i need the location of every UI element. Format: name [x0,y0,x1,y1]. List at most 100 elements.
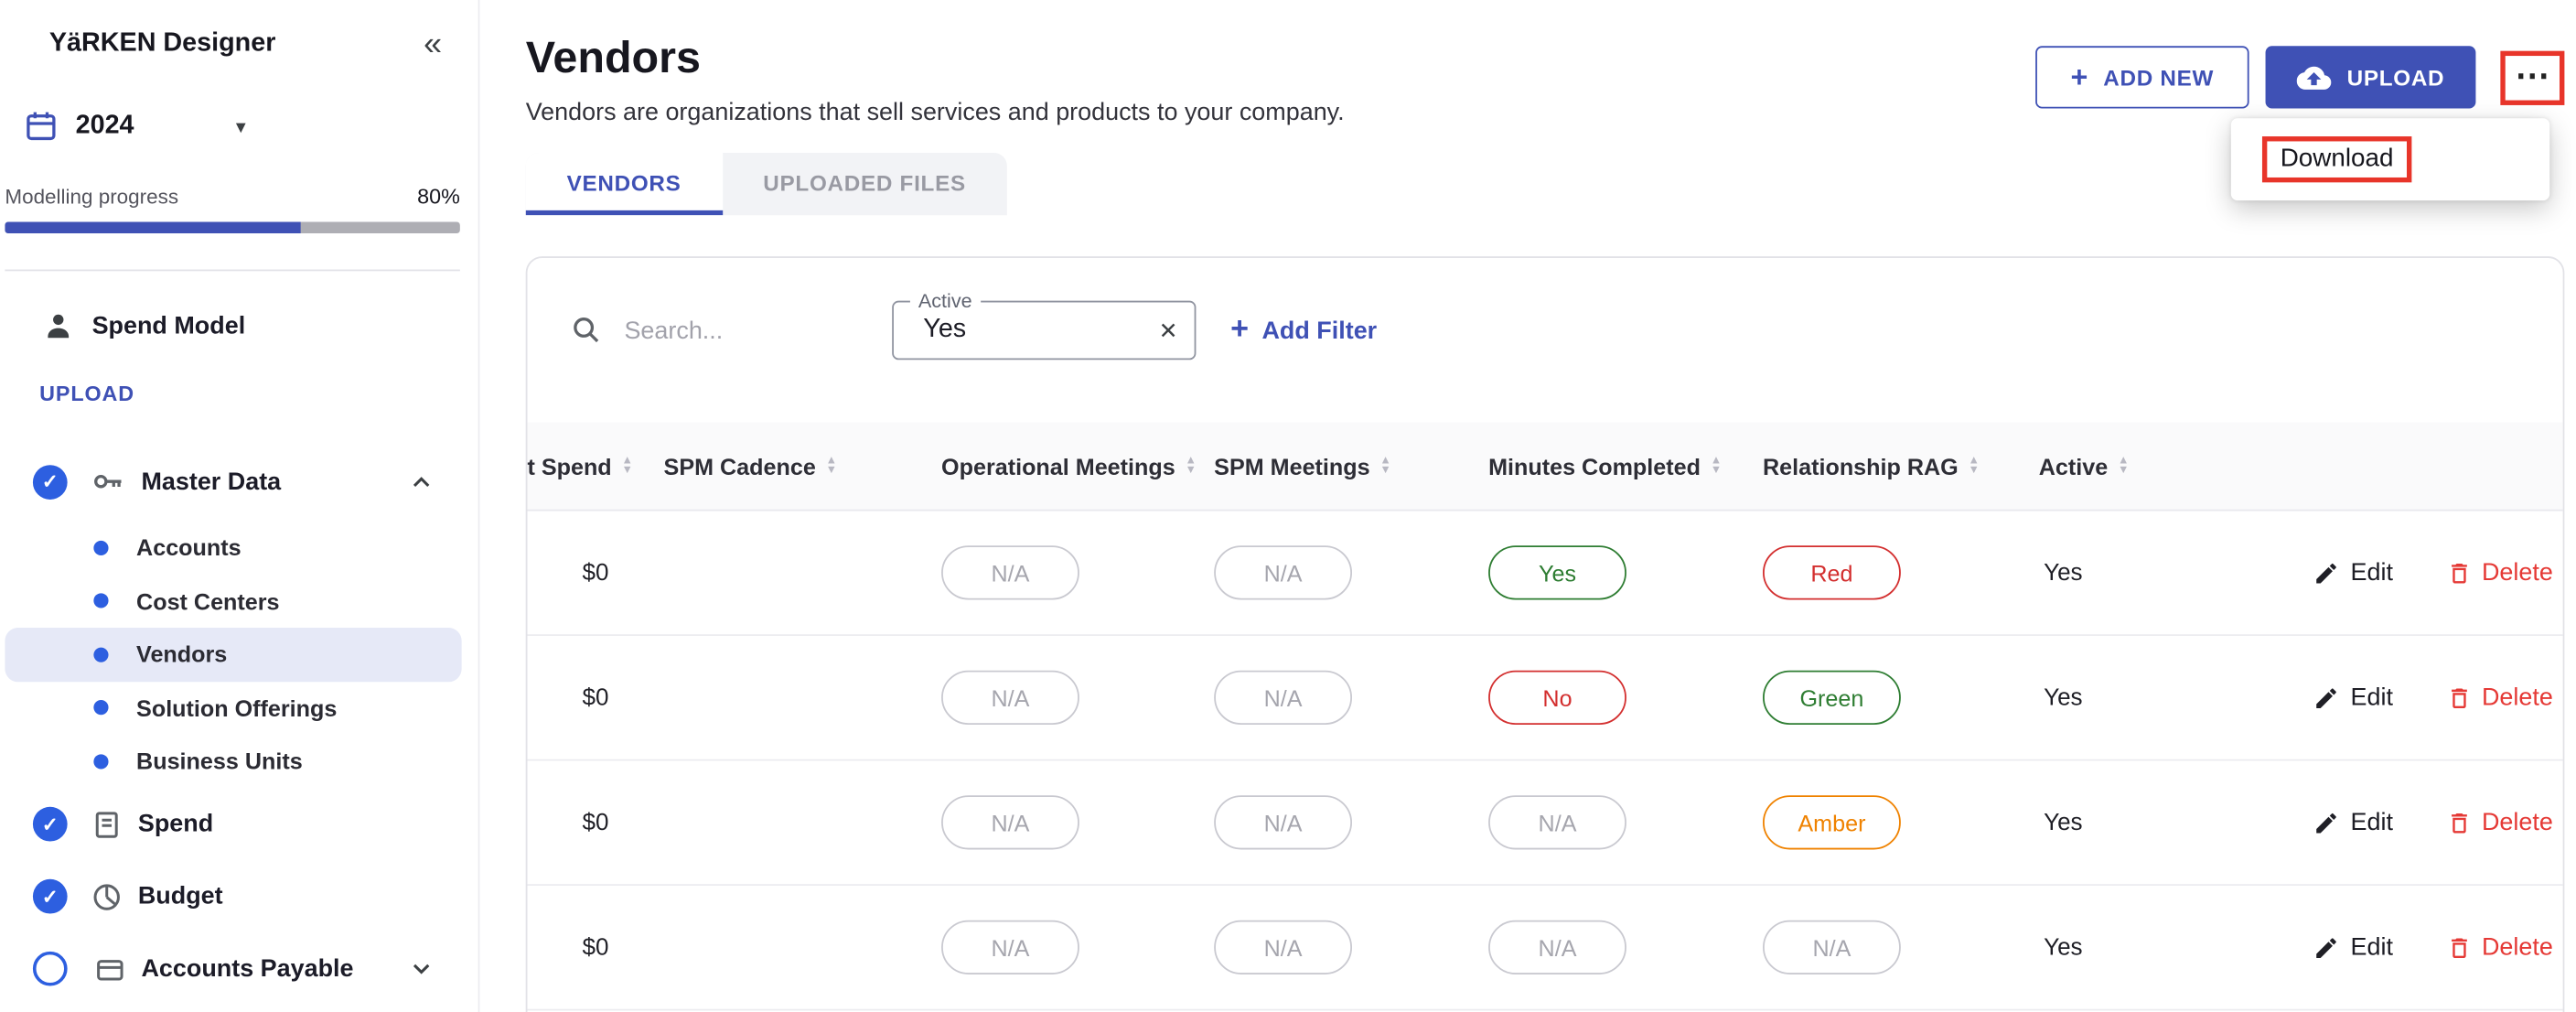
operational-meetings-pill[interactable]: N/A [941,920,1079,974]
active-filter-value: Yes [923,316,1158,345]
active-cell: Yes [2039,934,2220,961]
card-icon [93,953,126,985]
subnav-label: Solution Offerings [136,694,337,721]
search-box[interactable] [570,314,849,347]
delete-button[interactable]: Delete [2445,809,2552,837]
plus-icon: + [1230,312,1249,349]
sidebar-item-master-data[interactable]: ✓ Master Data [0,446,478,518]
edit-button[interactable]: Edit [2313,933,2393,962]
page-title: Vendors [526,33,1345,84]
spm-meetings-pill[interactable]: N/A [1214,920,1352,974]
delete-button[interactable]: Delete [2445,684,2552,712]
more-menu-button[interactable]: ⋯ [2500,50,2564,104]
sidebar-item-vendors[interactable]: Vendors [5,628,461,681]
active-cell: Yes [2039,560,2220,587]
sidebar-item-cost-centers[interactable]: Cost Centers [5,575,461,628]
relationship-rag-pill[interactable]: N/A [1763,920,1901,974]
minutes-completed-pill[interactable]: Yes [1488,545,1626,599]
edit-button[interactable]: Edit [2313,559,2393,587]
bullet-icon [93,540,108,554]
sort-icon[interactable]: ▲▼ [621,457,632,475]
search-input[interactable] [621,315,825,346]
column-header-minutes-completed[interactable]: Minutes Completed ▲▼ [1488,453,1763,479]
operational-meetings-pill[interactable]: N/A [941,545,1079,599]
active-filter-field[interactable]: Active Yes ✕ [892,301,1196,361]
edit-button[interactable]: Edit [2313,684,2393,712]
sidebar-item-solution-offerings[interactable]: Solution Offerings [5,681,461,734]
delete-button[interactable]: Delete [2445,933,2552,962]
upload-button[interactable]: UPLOAD [2265,46,2476,108]
minutes-completed-pill[interactable]: No [1488,671,1626,725]
filter-row: Active Yes ✕ + Add Filter [527,258,2562,360]
clear-filter-icon[interactable]: ✕ [1159,317,1178,345]
sidebar-item-accounts-payable[interactable]: Accounts Payable [0,932,478,1005]
sidebar-item-business-units[interactable]: Business Units [5,735,461,788]
spm-meetings-pill[interactable]: N/A [1214,671,1352,725]
bullet-icon [93,754,108,769]
budget-label: Budget [138,882,223,910]
add-new-button[interactable]: + ADD NEW [2036,46,2249,108]
modelling-progress: Modelling progress 80% [0,145,478,233]
row-actions: Edit Delete [2219,559,2562,587]
subnav-label: Accounts [136,534,242,561]
download-menu-item[interactable]: Download [2262,136,2411,182]
tab-vendors[interactable]: VENDORS [526,153,723,215]
column-header-relationship-rag[interactable]: Relationship RAG ▲▼ [1763,453,2039,479]
collapse-sidebar-icon[interactable]: « [424,31,442,58]
check-circle-icon: ✓ [33,807,68,842]
sort-icon[interactable]: ▲▼ [1185,457,1196,475]
key-icon [91,463,127,500]
column-header-spend[interactable]: t Spend ▲▼ [527,453,663,479]
table-header-row: t Spend ▲▼ SPM Cadence ▲▼ Operational Me… [527,423,2562,511]
spm-meetings-pill[interactable]: N/A [1214,545,1352,599]
edit-button[interactable]: Edit [2313,809,2393,837]
add-filter-label: Add Filter [1261,317,1377,345]
minutes-completed-pill[interactable]: N/A [1488,920,1626,974]
page-header: Vendors Vendors are organizations that s… [526,0,2565,126]
sidebar-item-budget[interactable]: ✓ Budget [0,860,478,932]
column-header-spm-meetings[interactable]: SPM Meetings ▲▼ [1214,453,1488,479]
year-select[interactable]: 2024 ▾ [0,59,478,145]
column-header-active[interactable]: Active ▲▼ [2039,453,2220,479]
sidebar-upload-link[interactable]: UPLOAD [39,382,134,406]
chevron-down-icon [407,954,435,983]
column-header-operational-meetings[interactable]: Operational Meetings ▲▼ [941,453,1214,479]
sort-icon[interactable]: ▲▼ [1969,457,1980,475]
operational-meetings-pill[interactable]: N/A [941,671,1079,725]
minutes-completed-pill[interactable]: N/A [1488,795,1626,849]
sort-icon[interactable]: ▲▼ [1379,457,1390,475]
header-actions: + ADD NEW UPLOAD ⋯ [2036,33,2565,109]
sort-icon[interactable]: ▲▼ [826,457,837,475]
accounts-payable-label: Accounts Payable [141,954,353,983]
bullet-icon [93,701,108,716]
pencil-icon [2313,560,2339,587]
relationship-rag-pill[interactable]: Amber [1763,795,1901,849]
operational-meetings-pill[interactable]: N/A [941,795,1079,849]
sidebar-item-spend[interactable]: ✓ Spend [0,788,478,860]
active-cell: Yes [2039,809,2220,835]
relationship-rag-pill[interactable]: Red [1763,545,1901,599]
add-filter-button[interactable]: + Add Filter [1230,312,1377,349]
master-data-label: Master Data [141,468,281,496]
spm-meetings-pill[interactable]: N/A [1214,795,1352,849]
sidebar-item-accounts[interactable]: Accounts [5,521,461,574]
sort-icon[interactable]: ▲▼ [2118,457,2129,475]
column-header-spm-cadence[interactable]: SPM Cadence ▲▼ [664,453,942,479]
bullet-icon [93,594,108,608]
trash-icon [2445,684,2472,711]
cloud-upload-icon [2296,60,2331,95]
sort-icon[interactable]: ▲▼ [1711,457,1722,475]
tab-uploaded-files[interactable]: UPLOADED FILES [722,153,1006,215]
plus-icon: + [2071,60,2089,95]
tab-bar: VENDORS UPLOADED FILES [526,153,1007,215]
chevron-up-icon [407,468,435,496]
chevron-down-icon: ▾ [236,115,246,138]
subnav-label: Business Units [136,748,303,775]
progress-bar-fill [5,221,300,233]
page-subtitle: Vendors are organizations that sell serv… [526,99,1345,127]
table-row: $0 N/A N/A N/A N/A Yes Edit Delete [527,886,2562,1010]
delete-button[interactable]: Delete [2445,559,2552,587]
relationship-rag-pill[interactable]: Green [1763,671,1901,725]
pencil-icon [2313,934,2339,961]
active-filter-label: Active [910,289,981,312]
